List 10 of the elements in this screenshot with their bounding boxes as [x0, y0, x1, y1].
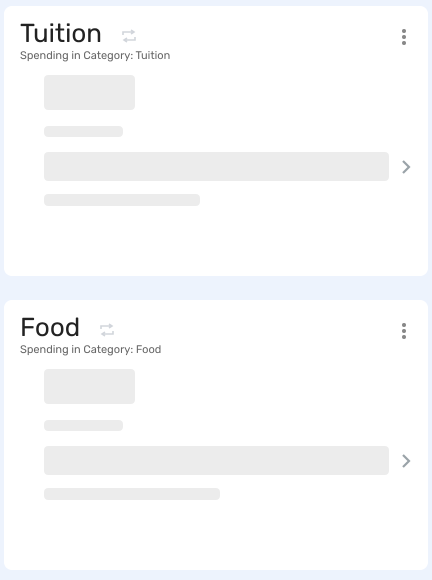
more-options-icon[interactable]: [401, 28, 407, 46]
more-options-icon[interactable]: [401, 322, 407, 340]
chevron-right-icon[interactable]: [401, 159, 411, 175]
repeat-icon[interactable]: [121, 29, 138, 43]
card-subtitle: Spending in Category: Food: [20, 343, 162, 357]
card-subtitle: Spending in Category: Tuition: [20, 49, 170, 63]
chevron-right-icon[interactable]: [401, 453, 411, 469]
repeat-icon[interactable]: [99, 323, 116, 337]
card-title: Tuition: [20, 18, 102, 50]
card-title: Food: [20, 312, 80, 344]
